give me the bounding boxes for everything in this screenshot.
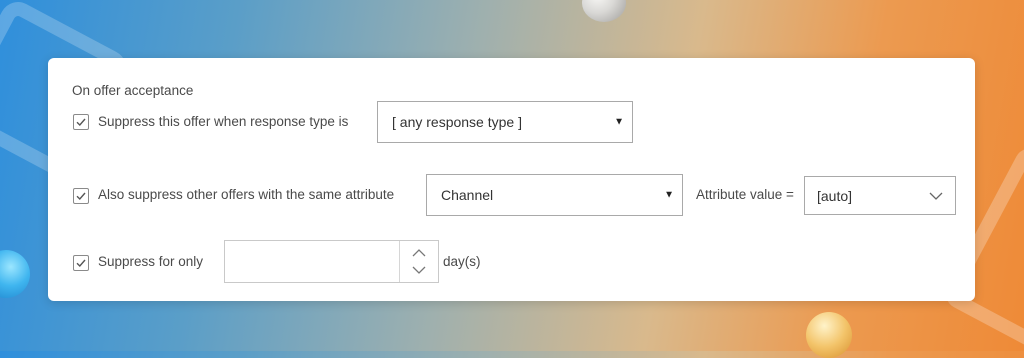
suppress-other-label: Also suppress other offers with the same… — [98, 187, 395, 202]
section-title: On offer acceptance — [72, 83, 194, 98]
check-icon — [76, 118, 86, 127]
suppress-for-checkbox[interactable] — [73, 255, 89, 271]
background-sphere — [582, 0, 626, 22]
response-type-select[interactable]: [ any response type ] ▼ — [377, 101, 633, 143]
attribute-value-text: Channel — [441, 187, 494, 203]
triangle-down-icon: ▼ — [664, 189, 674, 201]
days-unit-label: day(s) — [443, 254, 481, 269]
triangle-down-icon: ▼ — [614, 116, 624, 128]
offer-suppression-panel: On offer acceptance Suppress this offer … — [48, 58, 975, 301]
attribute-value-label: Attribute value = — [696, 187, 794, 202]
check-icon — [76, 192, 86, 201]
attribute-select[interactable]: Channel ▼ — [426, 174, 683, 216]
background-sphere — [806, 312, 852, 358]
days-stepper[interactable] — [224, 240, 439, 283]
check-icon — [76, 259, 86, 268]
chevron-down-icon[interactable] — [412, 266, 426, 274]
chevron-down-icon — [929, 192, 943, 200]
background-sphere — [0, 250, 30, 298]
suppress-offer-label: Suppress this offer when response type i… — [98, 114, 349, 129]
suppress-for-label: Suppress for only — [98, 254, 204, 269]
suppress-offer-checkbox[interactable] — [73, 114, 89, 130]
attribute-value-select[interactable]: [auto] — [804, 176, 956, 215]
stepper-buttons — [399, 241, 438, 282]
suppress-other-checkbox[interactable] — [73, 188, 89, 204]
attribute-value-selected: [auto] — [817, 187, 853, 204]
response-type-value: [ any response type ] — [392, 114, 522, 130]
chevron-up-icon[interactable] — [412, 249, 426, 257]
